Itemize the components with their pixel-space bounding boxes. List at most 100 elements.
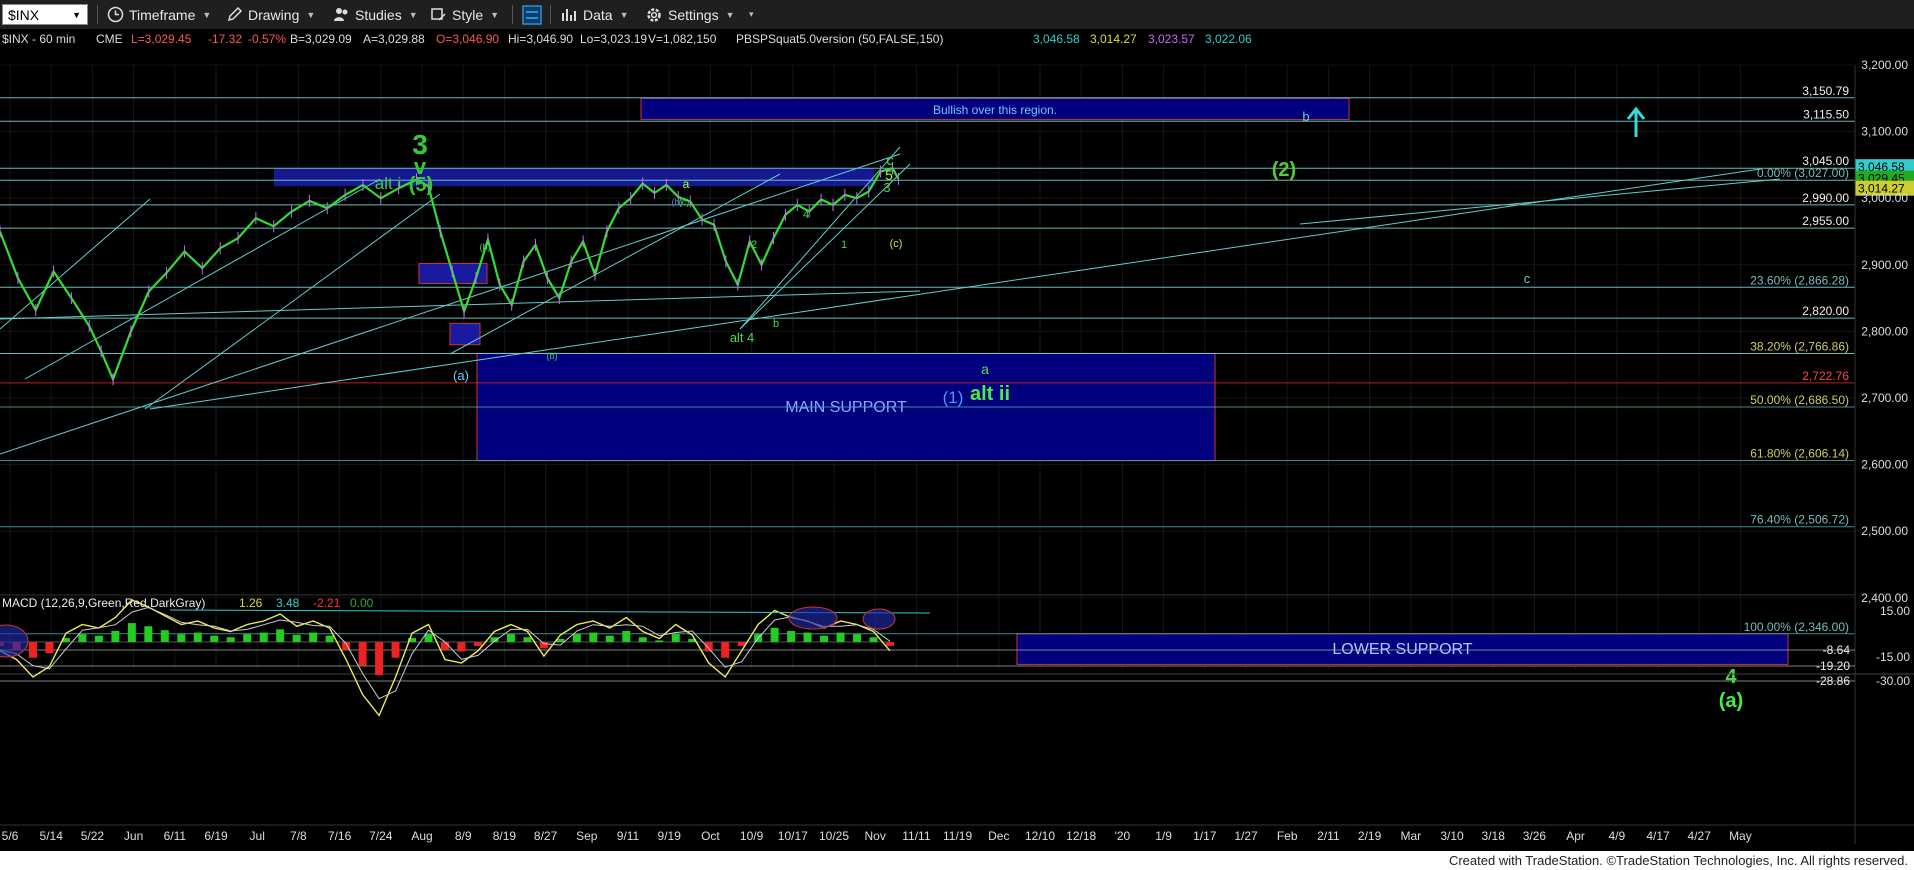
header-field: 3,014.27	[1090, 32, 1137, 46]
level-label: 3,115.50	[1803, 107, 1849, 121]
time-tick: Aug	[411, 829, 432, 843]
time-tick: 4/17	[1646, 829, 1670, 843]
time-tick: 1/27	[1234, 829, 1258, 843]
style-button[interactable]: Style ▼	[430, 4, 499, 25]
price-tick: 3,200.00	[1861, 58, 1908, 72]
wave-label: b	[1302, 109, 1309, 124]
more-options-button[interactable]: ▾	[742, 4, 754, 25]
macd-histogram-bar	[803, 632, 812, 642]
time-tick: Dec	[988, 829, 1009, 843]
macd-label: MACD (12,26,9,Green,Red,DarkGray)	[2, 596, 205, 610]
symbol-field[interactable]: $INX ▼	[2, 4, 88, 25]
chevron-down-icon: ▼	[725, 9, 735, 20]
time-tick: Feb	[1277, 829, 1298, 843]
level-label: 2,722.76	[1802, 369, 1849, 383]
level-label: 100.00% (2,346.00)	[1744, 620, 1849, 634]
time-tick: 11/11	[902, 829, 931, 843]
header-field: B=3,029.09	[290, 32, 352, 46]
timeframe-button[interactable]: Timeframe ▼	[107, 4, 211, 25]
macd-histogram-bar	[391, 642, 400, 658]
time-tick: Sep	[576, 829, 598, 843]
macd-value: 3.48	[276, 596, 300, 610]
price-tick: 3,100.00	[1861, 125, 1908, 139]
macd-tick: -30.00	[1876, 674, 1910, 688]
macd-histogram-bar	[622, 630, 631, 642]
macd-histogram-bar	[869, 637, 878, 642]
wave-label: (b)	[672, 197, 683, 207]
macd-highlight	[788, 606, 838, 630]
time-tick: 3/18	[1482, 829, 1506, 843]
time-tick: May	[1729, 829, 1752, 843]
zone-label: LOWER SUPPORT	[1332, 641, 1472, 658]
macd-histogram-bar	[506, 634, 515, 642]
macd-histogram-bar	[836, 632, 845, 642]
level-label: 38.20% (2,766.86)	[1750, 339, 1849, 353]
macd-histogram-bar	[853, 634, 862, 642]
macd-histogram-bar	[78, 634, 87, 642]
drawing-label: Drawing	[248, 6, 300, 23]
time-tick: 3/26	[1523, 829, 1547, 843]
macd-histogram-bar	[210, 635, 219, 642]
macd-histogram-bar	[787, 630, 796, 642]
clock-icon	[107, 6, 124, 23]
macd-histogram-bar	[160, 630, 169, 642]
resistance-band	[274, 168, 874, 187]
data-label: Data	[583, 6, 613, 23]
settings-button[interactable]: Settings ▼	[645, 4, 735, 25]
header-field: A=3,029.88	[363, 32, 425, 46]
wave-label: 4	[803, 209, 809, 221]
drawing-button[interactable]: Drawing ▼	[226, 4, 315, 25]
macd-value: 0.00	[350, 596, 374, 610]
gear-icon	[647, 7, 661, 22]
level-label: 2,990.00	[1802, 191, 1849, 205]
macd-histogram-bar	[45, 642, 54, 654]
macd-histogram-bar	[820, 635, 829, 642]
time-tick: 11/19	[943, 829, 972, 843]
price-chart[interactable]: Bullish over this region.MAIN SUPPORTLOW…	[0, 29, 1914, 851]
time-tick: 10/9	[740, 829, 764, 843]
macd-histogram-bar	[325, 635, 334, 642]
chevron-down-icon: ▼	[72, 9, 81, 20]
macd-histogram-bar	[127, 623, 136, 642]
wave-label: (b)	[480, 242, 491, 252]
header-field: -0.57%	[248, 32, 286, 46]
level-label: 0.00% (3,027.00)	[1757, 166, 1849, 180]
chevron-down-icon: ▼	[619, 9, 629, 20]
macd-histogram-bar	[375, 642, 384, 676]
header-field: Lo=3,023.19	[580, 32, 647, 46]
time-tick: Apr	[1566, 829, 1585, 843]
studies-button[interactable]: Studies ▼	[333, 4, 418, 25]
wave-label: 4	[1725, 666, 1737, 688]
macd-histogram-bar	[28, 642, 37, 658]
time-tick: Jul	[250, 829, 265, 843]
time-tick: 1/9	[1155, 829, 1172, 843]
macd-level-label: -8.64	[1823, 643, 1851, 657]
wave-label: (a)	[453, 368, 469, 383]
toolbar: $INX ▼ Timeframe ▼ Drawing ▼ Studies ▼ S…	[0, 0, 1914, 30]
macd-histogram-bar	[309, 632, 318, 642]
time-tick: 6/11	[164, 829, 187, 843]
timeframe-label: Timeframe	[129, 6, 196, 23]
time-tick: 10/17	[778, 829, 808, 843]
macd-histogram-bar	[770, 627, 779, 642]
wave-label: (1)	[943, 388, 964, 407]
macd-histogram-bar	[358, 642, 367, 666]
chevron-down-icon: ▼	[306, 9, 316, 20]
toolbar-divider	[512, 5, 513, 24]
time-tick: 9/19	[658, 829, 682, 843]
macd-histogram-bar	[704, 642, 713, 652]
time-tick: Oct	[701, 829, 720, 843]
chevron-down-icon: ▾	[749, 9, 754, 19]
layout-button[interactable]	[522, 4, 547, 25]
macd-histogram-bar	[193, 632, 202, 642]
header-field: Hi=3,046.90	[508, 32, 573, 46]
time-tick: 5/22	[81, 829, 105, 843]
data-button[interactable]: Data ▼	[561, 4, 629, 25]
macd-histogram-bar	[276, 629, 285, 642]
wave-label: alt ii	[970, 383, 1010, 405]
time-tick: 4/27	[1688, 829, 1712, 843]
macd-tick: -15.00	[1876, 650, 1910, 664]
wave-label: a	[683, 177, 690, 191]
macd-histogram-bar	[721, 642, 730, 658]
level-label: 2,820.00	[1802, 304, 1849, 318]
